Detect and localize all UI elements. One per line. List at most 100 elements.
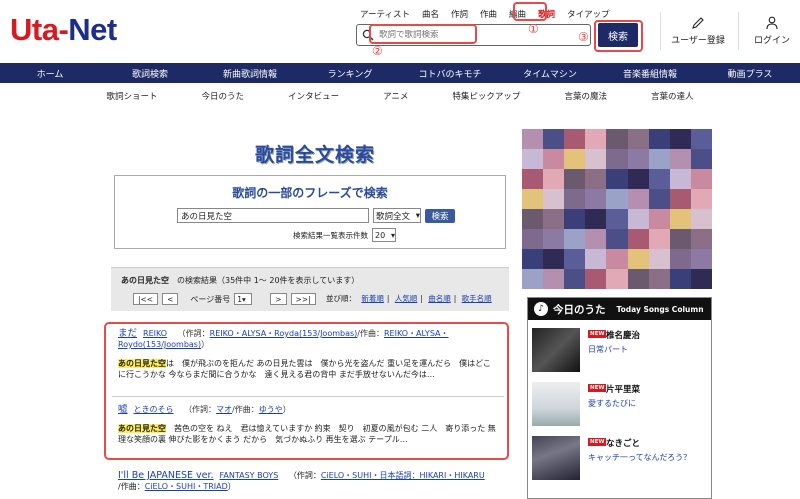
next-page-button[interactable]: > bbox=[270, 293, 287, 305]
per-page-select[interactable]: 20 ▾ bbox=[372, 228, 396, 242]
prev-page-button[interactable]: < bbox=[162, 293, 179, 305]
mosaic-cell bbox=[606, 189, 628, 209]
mosaic-cell bbox=[522, 269, 544, 289]
result-song-title[interactable]: まだ bbox=[118, 328, 137, 339]
subnav-today-song[interactable]: 今日のうた bbox=[180, 87, 267, 105]
annotation-2: ② bbox=[372, 44, 383, 58]
mosaic-cell bbox=[585, 189, 607, 209]
result-artist[interactable]: REIKO bbox=[143, 329, 167, 338]
mosaic-cell bbox=[606, 169, 628, 189]
sub-nav: 歌詞ショート 今日のうた インタビュー アニメ 特集ピックアップ 言葉の魔法 言… bbox=[0, 87, 800, 105]
nav-new-songs[interactable]: 新曲歌詞情報 bbox=[200, 63, 300, 83]
mosaic-cell bbox=[543, 249, 565, 269]
subnav-feature[interactable]: 特集ピックアップ bbox=[430, 87, 542, 105]
mosaic-cell bbox=[606, 149, 628, 169]
search-type-title[interactable]: 曲名 bbox=[416, 6, 445, 22]
mosaic-cell bbox=[627, 249, 649, 269]
nav-music-programs[interactable]: 音楽番組情報 bbox=[600, 63, 700, 83]
search-type-artist[interactable]: アーティスト bbox=[354, 6, 416, 22]
new-badge: NEW bbox=[588, 330, 607, 338]
nav-ranking[interactable]: ランキング bbox=[300, 63, 400, 83]
result-song-title[interactable]: 嘘 bbox=[118, 404, 128, 415]
result-composer[interactable]: REIKO・ALYSA・ bbox=[384, 329, 449, 338]
nav-lyrics-search[interactable]: 歌詞検索 bbox=[100, 63, 200, 83]
mosaic-cell bbox=[564, 129, 586, 149]
today-song-item[interactable]: NEW なきごと キャッチ一ってなんだろう？ bbox=[532, 436, 708, 484]
mosaic-cell bbox=[606, 249, 628, 269]
mosaic-cell bbox=[522, 149, 544, 169]
search-type-tabs: アーティスト 曲名 作詞 作曲 編曲 歌詞 タイアップ bbox=[354, 6, 616, 22]
mosaic-cell bbox=[585, 129, 607, 149]
mosaic-cell bbox=[522, 229, 544, 249]
login-label: ログイン bbox=[753, 36, 790, 46]
user-register-link[interactable]: ユーザー登録 bbox=[668, 16, 728, 46]
phrase-search-button[interactable]: 検索 bbox=[425, 208, 455, 223]
search-type-composer[interactable]: 作曲 bbox=[474, 6, 503, 22]
today-song-subtitle: Today Songs Column bbox=[616, 304, 704, 314]
sort-artist[interactable]: 歌手名順 bbox=[462, 294, 492, 303]
sort-popular[interactable]: 人気順 bbox=[395, 294, 418, 303]
per-page-label: 検索結果一覧表示件数 bbox=[293, 230, 368, 240]
result-composer[interactable]: CiELO・SUHI・TRIAD bbox=[145, 482, 228, 491]
mosaic-cell bbox=[606, 129, 628, 149]
login-link[interactable]: ログイン bbox=[750, 16, 794, 46]
result-lyricist[interactable]: REIKO・ALYSA・Royda(153/Joombas) bbox=[210, 329, 358, 338]
mosaic-cell bbox=[669, 149, 691, 169]
last-page-button[interactable]: >>| bbox=[290, 293, 316, 305]
sort-newest[interactable]: 新着順 bbox=[361, 294, 384, 303]
ad-banner-mosaic[interactable] bbox=[522, 129, 712, 289]
phrase-search-input[interactable]: あの日見た空 bbox=[177, 208, 369, 223]
search-type-lyricist[interactable]: 作詞 bbox=[445, 6, 474, 22]
site-logo[interactable]: Uta-Net bbox=[10, 12, 117, 48]
user-register-label: ユーザー登録 bbox=[671, 36, 725, 46]
today-song-item[interactable]: NEW 片平里菜 愛するたびに bbox=[532, 382, 708, 430]
mosaic-cell bbox=[669, 209, 691, 229]
sort-label: 並び順： bbox=[326, 294, 356, 303]
annotation-1: ① bbox=[528, 22, 539, 36]
nav-kotoba[interactable]: コトバのキモチ bbox=[400, 63, 500, 83]
result-snippet: あの日見た空 茜色の空を ねえ 君は憶えていますか 約束 契り 初夏の風が包む … bbox=[118, 424, 496, 444]
mosaic-cell bbox=[585, 229, 607, 249]
sort-title[interactable]: 曲名順 bbox=[428, 294, 451, 303]
mosaic-cell bbox=[648, 229, 670, 249]
nav-home[interactable]: ホーム bbox=[0, 63, 100, 83]
result-composer-cont[interactable]: Roydo(153/Joombas) bbox=[118, 340, 201, 349]
today-song-link[interactable]: 日常パート bbox=[588, 344, 628, 355]
new-badge: NEW bbox=[588, 384, 607, 392]
highlight-search-input bbox=[369, 24, 477, 44]
mosaic-cell bbox=[522, 209, 544, 229]
user-icon bbox=[766, 16, 778, 30]
results-query: あの日見た空 bbox=[121, 276, 169, 285]
result-composer[interactable]: ゆうや bbox=[259, 405, 283, 414]
result-artist[interactable]: ときのそら bbox=[134, 405, 174, 414]
subnav-word-magic[interactable]: 言葉の魔法 bbox=[542, 87, 629, 105]
result-artist[interactable]: FANTASY BOYS bbox=[220, 471, 279, 480]
mosaic-cell bbox=[627, 149, 649, 169]
today-song-link[interactable]: 愛するたびに bbox=[588, 398, 636, 409]
result-item: まだ REIKO （作詞：REIKO・ALYSA・Royda(153/Joomba… bbox=[118, 328, 498, 380]
mosaic-cell bbox=[585, 169, 607, 189]
page-select[interactable]: 1 ▾ bbox=[234, 293, 253, 305]
mosaic-cell bbox=[564, 249, 586, 269]
nav-video-plus[interactable]: 動画プラス bbox=[700, 63, 800, 83]
subnav-interview[interactable]: インタビュー bbox=[266, 87, 361, 105]
sort-options: 並び順： 新着順 | 人気順 | 曲名順 | 歌手名順 bbox=[326, 294, 492, 303]
today-song-link[interactable]: キャッチ一ってなんだろう？ bbox=[588, 452, 691, 463]
first-page-button[interactable]: |<< bbox=[133, 293, 159, 305]
subnav-word-master[interactable]: 言葉の達人 bbox=[629, 87, 716, 105]
nav-time-machine[interactable]: タイムマシン bbox=[500, 63, 600, 83]
subnav-anime[interactable]: アニメ bbox=[361, 87, 430, 105]
highlight-search-button bbox=[594, 20, 643, 52]
mosaic-cell bbox=[648, 149, 670, 169]
result-lyricist[interactable]: マオ bbox=[216, 405, 232, 414]
mosaic-cell bbox=[564, 169, 586, 189]
today-song-item[interactable]: NEW 椎名慶治 日常パート bbox=[532, 328, 708, 376]
mosaic-cell bbox=[606, 209, 628, 229]
mosaic-cell bbox=[543, 189, 565, 209]
subnav-lyrics-short[interactable]: 歌詞ショート bbox=[85, 87, 180, 105]
search-mode-select[interactable]: 歌詞全文 ▾ bbox=[373, 208, 421, 223]
result-divider bbox=[112, 396, 504, 397]
today-artist: なきごと bbox=[606, 439, 641, 449]
result-song-title[interactable]: I'll Be JAPANESE ver. bbox=[118, 470, 214, 481]
result-lyricist[interactable]: CiELO・SUHI・日本語詞：HIKARI・HIKARU bbox=[321, 471, 485, 480]
